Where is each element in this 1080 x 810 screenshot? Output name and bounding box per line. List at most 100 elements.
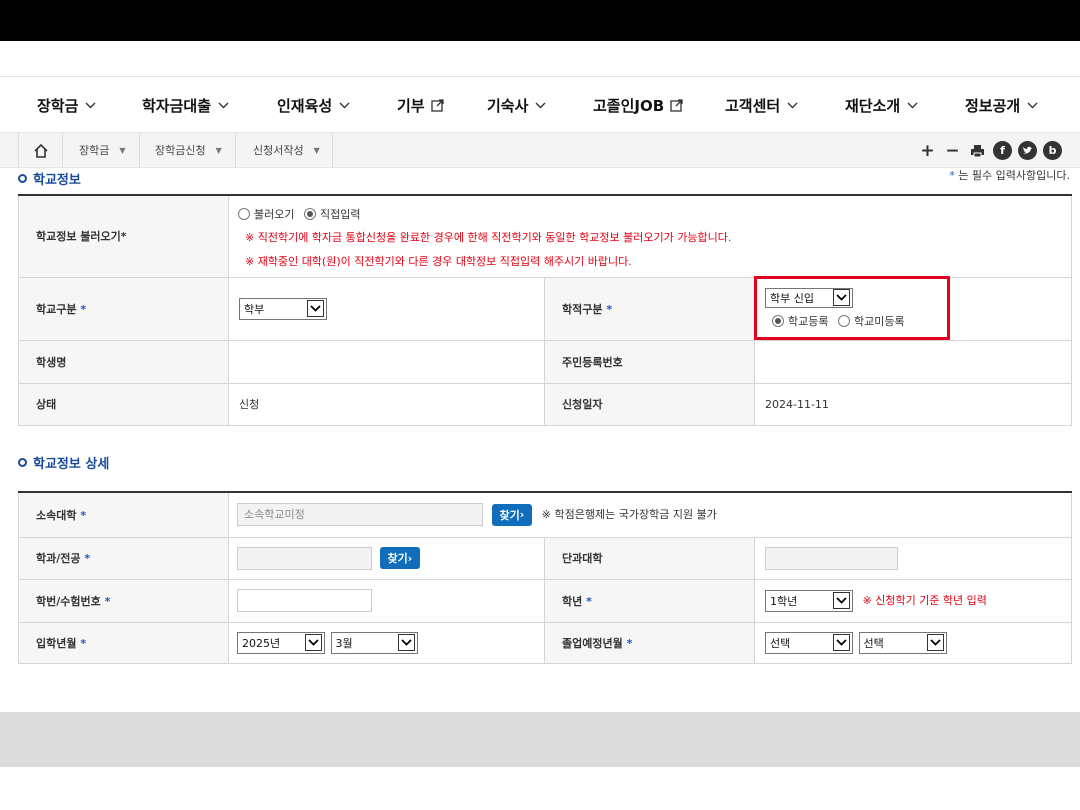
- radio-off: [238, 207, 250, 220]
- admission-month-select[interactable]: 3월: [330, 631, 418, 654]
- nav-item-customer[interactable]: 고객센터: [725, 95, 798, 116]
- table-row: 소속대학 * 소속학교미정 찾기 › ※ 학점은행제는 국가장학금 지원 불가: [18, 491, 1073, 538]
- nav-item-foundation[interactable]: 재단소개: [845, 95, 918, 116]
- field-label: 학년: [562, 594, 583, 608]
- student-no-value-cell: [228, 578, 545, 623]
- page-tools: + − f b: [918, 141, 1062, 161]
- circle-bullet-icon: [18, 458, 27, 467]
- grade-select[interactable]: 1학년: [765, 589, 853, 612]
- breadcrumb-item-scholarship[interactable]: 장학금 ▼: [63, 133, 140, 167]
- breadcrumb-item-apply[interactable]: 장학금신청 ▼: [140, 133, 236, 167]
- caret-down-icon: ▼: [313, 145, 320, 155]
- college-label-cell: 단과대학: [544, 536, 755, 580]
- admission-value-cell: 2025년 3월: [228, 621, 545, 664]
- required-mark: *: [80, 302, 87, 316]
- admission-year-select[interactable]: 2025년: [237, 631, 325, 654]
- major-label-cell: 학과/전공 *: [18, 536, 229, 580]
- field-label: 학생명: [36, 355, 67, 369]
- major-input[interactable]: [237, 546, 372, 570]
- resident-no-value-cell: [753, 339, 1073, 384]
- univ-value-cell: 소속학교미정 찾기 › ※ 학점은행제는 국가장학금 지원 불가: [227, 491, 1073, 538]
- breadcrumb-label: 장학금: [79, 144, 110, 157]
- field-label: 졸업예정년월: [562, 636, 623, 650]
- field-label: 소속대학: [36, 508, 77, 522]
- load-label-cell: 학교정보 불러오기*: [18, 194, 229, 278]
- nav-item-talent[interactable]: 인재육성: [277, 95, 350, 116]
- nav-label: 정보공개: [965, 97, 1021, 115]
- student-no-label-cell: 학번/수험번호 *: [18, 578, 229, 623]
- college-input[interactable]: [765, 546, 898, 570]
- school-type-label-cell: 학교구분 *: [18, 276, 229, 341]
- facebook-icon[interactable]: f: [993, 141, 1012, 160]
- nav-item-scholarship[interactable]: 장학금: [37, 95, 96, 116]
- graduation-month-select[interactable]: 선택: [858, 631, 947, 654]
- required-mark: *: [80, 508, 87, 522]
- table-row: 상태 신청 신청일자 2024-11-11: [18, 382, 1073, 426]
- graduation-label-cell: 졸업예정년월 *: [544, 621, 755, 664]
- status-value-cell: 신청: [228, 382, 545, 426]
- required-mark: *: [586, 594, 592, 608]
- required-mark: *: [606, 302, 613, 316]
- breadcrumb-item-form[interactable]: 신청서작성 ▼: [236, 133, 333, 167]
- required-note-text: 는 필수 입력사항입니다.: [954, 169, 1070, 182]
- nav-item-dormitory[interactable]: 기숙사: [487, 95, 546, 116]
- field-label: 학교구분: [36, 302, 77, 316]
- footer-bar: [0, 712, 1080, 767]
- home-button[interactable]: [18, 133, 63, 167]
- zoom-out-icon[interactable]: −: [943, 141, 962, 161]
- breadcrumb: 장학금 ▼ 장학금신청 ▼ 신청서작성 ▼ + − f b: [0, 132, 1080, 168]
- field-label: 입학년월: [36, 636, 77, 650]
- twitter-icon[interactable]: [1018, 141, 1037, 160]
- chevron-down-icon: [218, 102, 229, 109]
- external-link-icon: [670, 99, 683, 112]
- find-university-button[interactable]: 찾기 ›: [491, 503, 533, 526]
- chevron-right-icon: ›: [519, 508, 525, 522]
- button-label: 찾기: [499, 508, 520, 522]
- nav-item-job[interactable]: 고졸인JOB: [593, 95, 683, 116]
- breadcrumb-label: 신청서작성: [253, 144, 304, 157]
- college-value-cell: [753, 536, 1073, 580]
- select-value: 선택: [863, 636, 884, 650]
- field-label: 상태: [36, 398, 57, 411]
- load-radio[interactable]: 불러오기: [238, 206, 294, 222]
- admission-label-cell: 입학년월 *: [18, 621, 229, 664]
- required-mark: *: [104, 594, 111, 608]
- graduation-year-select[interactable]: 선택: [765, 631, 853, 654]
- zoom-in-icon[interactable]: +: [918, 141, 937, 161]
- table-row: 입학년월 * 2025년 3월 졸업예정년월 * 선택 선택: [18, 621, 1073, 664]
- nav-label: 재단소개: [845, 97, 901, 115]
- school-type-select[interactable]: 학부: [239, 297, 327, 320]
- select-value: 선택: [770, 636, 791, 650]
- blog-icon[interactable]: b: [1043, 141, 1062, 160]
- breadcrumb-label: 장학금신청: [155, 144, 206, 157]
- dropdown-arrow-icon: [833, 592, 850, 609]
- section-title-school-info: 학교정보: [18, 169, 81, 188]
- print-icon[interactable]: [968, 141, 987, 160]
- home-icon: [33, 143, 48, 158]
- table-row: 학교정보 불러오기* 불러오기 직접입력 ※ 직전학기에 학자금 통합신청을 완…: [18, 194, 1073, 278]
- table-row: 학생명 주민등록번호: [18, 339, 1073, 384]
- student-name-value-cell: [228, 339, 545, 384]
- nav-label: 장학금: [37, 97, 79, 115]
- find-major-button[interactable]: 찾기 ›: [379, 547, 421, 569]
- field-label: 학과/전공: [36, 552, 81, 565]
- apply-date-label-cell: 신청일자: [544, 382, 755, 426]
- student-number-input[interactable]: [237, 589, 372, 612]
- resident-no-label-cell: 주민등록번호: [544, 339, 755, 384]
- nav-item-disclosure[interactable]: 정보공개: [965, 95, 1038, 116]
- grade-note: ※ 신청학기 기준 학년 입력: [862, 593, 987, 607]
- apply-date-value: 2024-11-11: [765, 397, 829, 411]
- required-mark: *: [84, 552, 91, 565]
- dropdown-arrow-icon: [833, 634, 850, 651]
- chevron-down-icon: [85, 102, 96, 109]
- button-label: 찾기: [387, 552, 408, 565]
- chevron-down-icon: [535, 102, 546, 109]
- university-input[interactable]: 소속학교미정: [237, 503, 483, 527]
- chevron-down-icon: [907, 102, 918, 109]
- nav-item-donation[interactable]: 기부: [397, 95, 444, 116]
- direct-input-radio[interactable]: 직접입력: [303, 206, 360, 222]
- select-value: 학부: [244, 302, 265, 316]
- nav-item-loan[interactable]: 학자금대출: [142, 95, 229, 116]
- select-value: 1학년: [770, 594, 798, 608]
- nav-label: 학자금대출: [142, 97, 212, 115]
